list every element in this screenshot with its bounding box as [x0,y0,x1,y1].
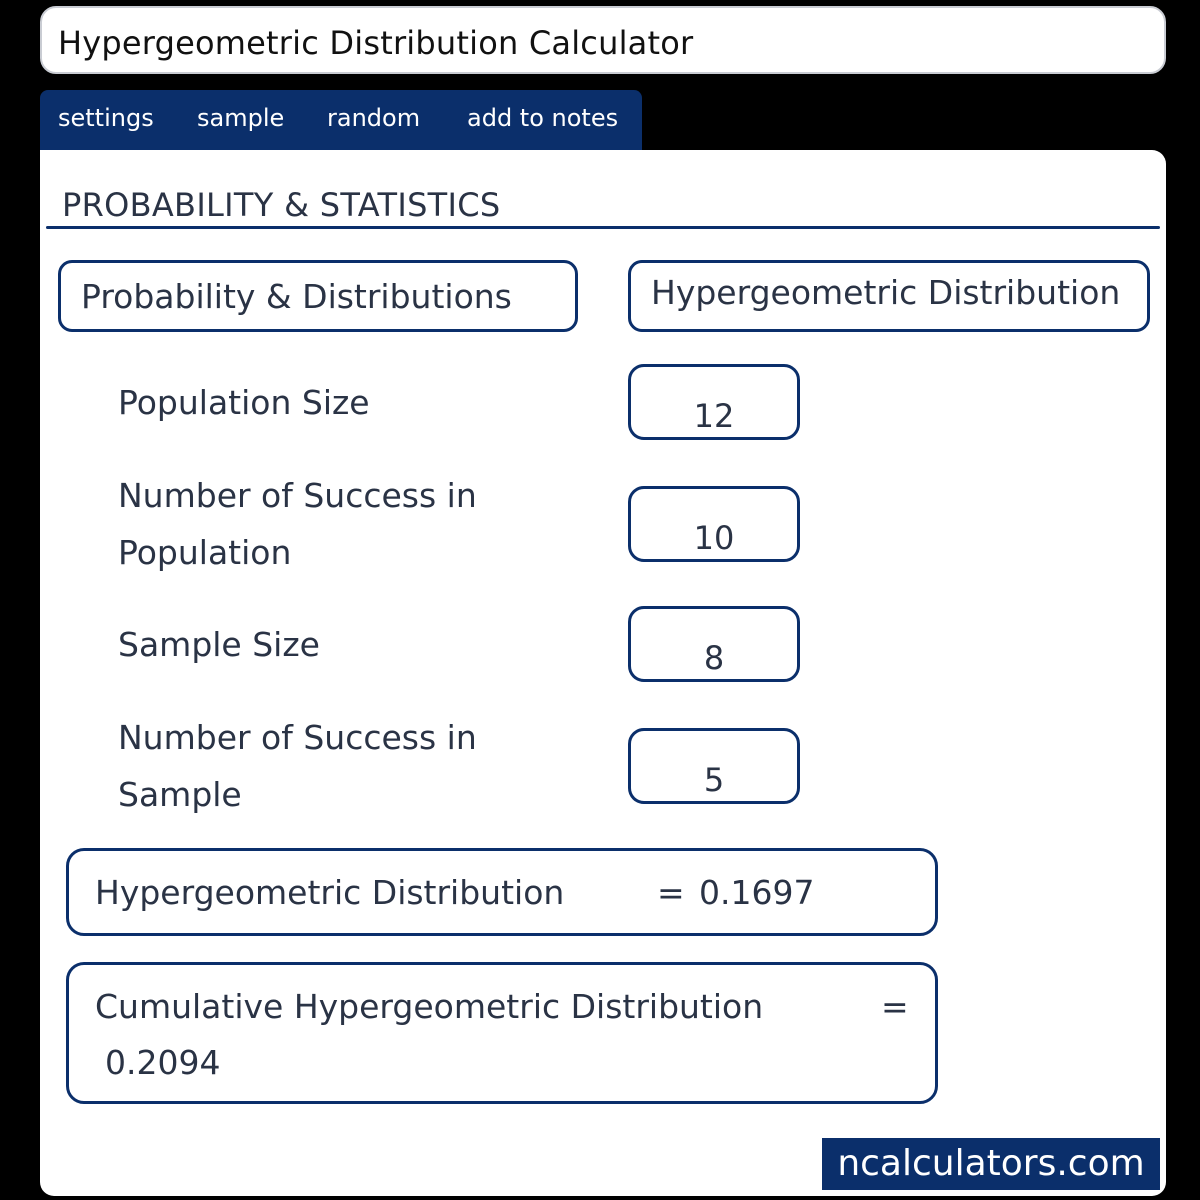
calculator-select-value: Hypergeometric Distribution [651,273,1121,312]
window-title: Hypergeometric Distribution Calculator [58,24,694,62]
category-heading: PROBABILITY & STATISTICS [62,186,501,224]
add-to-notes-button[interactable]: add to notes [467,104,618,132]
population-size-input[interactable]: 12 [628,364,800,440]
result-hypergeometric-value: 0.1697 [699,873,815,912]
sample-size-input[interactable]: 8 [628,606,800,682]
settings-button[interactable]: settings [58,104,154,132]
population-success-input[interactable]: 10 [628,486,800,562]
result-hypergeometric-separator: = [657,873,685,912]
sample-button[interactable]: sample [197,104,284,132]
population-size-label: Population Size [118,383,370,422]
calculator-panel: PROBABILITY & STATISTICS Probability & D… [40,150,1166,1196]
calculator-select[interactable]: Hypergeometric Distribution [628,260,1150,332]
sample-success-label: Number of Success in Sample [118,718,477,814]
topic-select-value: Probability & Distributions [81,277,512,316]
brand-logo: ncalculators.com [822,1138,1160,1190]
topic-select[interactable]: Probability & Distributions [58,260,578,332]
result-cumulative: Cumulative Hypergeometric Distribution =… [66,962,938,1104]
population-success-label: Number of Success in Population [118,476,477,572]
random-button[interactable]: random [327,104,420,132]
heading-divider [46,226,1160,229]
window-title-bar: Hypergeometric Distribution Calculator [40,6,1166,74]
result-cumulative-label: Cumulative Hypergeometric Distribution [95,987,764,1026]
result-hypergeometric: Hypergeometric Distribution = 0.1697 [66,848,938,936]
result-cumulative-value: 0.2094 [105,1043,221,1082]
result-cumulative-separator: = [881,987,909,1026]
sample-size-label: Sample Size [118,625,320,664]
toolbar: settings sample random add to notes [40,90,642,150]
result-hypergeometric-label: Hypergeometric Distribution [95,873,565,912]
sample-success-input[interactable]: 5 [628,728,800,804]
